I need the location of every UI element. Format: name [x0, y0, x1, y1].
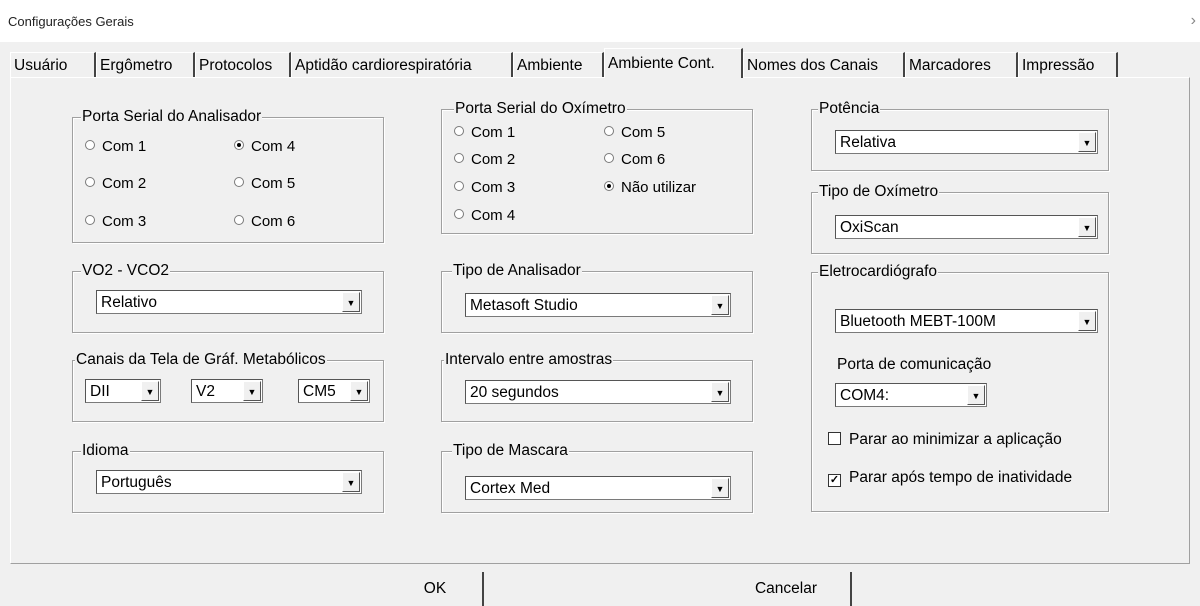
oximeter-com3-radio[interactable]: Com 3 — [454, 179, 515, 197]
stop-minimize-checkbox[interactable]: Parar ao minimizar a aplicação — [828, 431, 1062, 449]
oximeter-type-select[interactable]: OxiScan ▼ — [835, 215, 1098, 239]
analyzer-com3-radio[interactable]: Com 3 — [85, 213, 146, 231]
oximeter-type-value: OxiScan — [840, 219, 899, 236]
interval-value: 20 segundos — [470, 384, 559, 401]
oximeter-port-group: Porta Serial do Oxímetro Com 1 Com 2 Com… — [441, 100, 753, 234]
oximeter-com4-radio[interactable]: Com 4 — [454, 207, 515, 225]
chevron-down-icon[interactable]: ▼ — [350, 381, 368, 401]
tab-marcadores[interactable]: Marcadores — [905, 52, 1018, 77]
ecg-device-value: Bluetooth MEBT-100M — [840, 313, 996, 330]
language-title: Idioma — [81, 442, 130, 460]
tab-ergometro[interactable]: Ergômetro — [96, 52, 195, 77]
chevron-down-icon[interactable]: ▼ — [342, 472, 360, 492]
mask-value: Cortex Med — [470, 480, 551, 497]
ecg-title: Eletrocardiógrafo — [818, 263, 939, 281]
analyzer-com5-radio[interactable]: Com 5 — [234, 175, 295, 193]
mask-title: Tipo de Mascara — [452, 442, 569, 460]
channel-1-select[interactable]: DII ▼ — [85, 379, 161, 403]
channel-2-select[interactable]: V2 ▼ — [191, 379, 263, 403]
window-title: Configurações Gerais — [8, 14, 134, 29]
vo2-select[interactable]: Relativo ▼ — [96, 290, 362, 314]
channel-2-value: V2 — [196, 383, 215, 400]
chevron-down-icon[interactable]: ▼ — [243, 381, 261, 401]
chevron-down-icon[interactable]: ▼ — [1078, 311, 1096, 331]
chevron-down-icon[interactable]: ▼ — [1078, 132, 1096, 152]
tab-nomes-canais[interactable]: Nomes dos Canais — [743, 52, 905, 77]
chevron-down-icon[interactable]: ▼ — [1078, 217, 1096, 237]
analyzer-com4-radio[interactable]: Com 4 — [234, 138, 295, 156]
analyzer-com1-radio[interactable]: Com 1 — [85, 138, 146, 156]
oximeter-com6-radio[interactable]: Com 6 — [604, 151, 665, 169]
chevron-down-icon[interactable]: ▼ — [711, 295, 729, 315]
interval-group: Intervalo entre amostras 20 segundos ▼ — [441, 351, 753, 422]
language-group: Idioma Português ▼ — [72, 442, 384, 513]
ecg-port-select[interactable]: COM4: ▼ — [835, 383, 987, 407]
ok-button[interactable]: OK — [388, 572, 484, 606]
oximeter-type-group: Tipo de Oxímetro OxiScan ▼ — [811, 183, 1109, 254]
chevron-down-icon[interactable]: ▼ — [342, 292, 360, 312]
analyzer-type-select[interactable]: Metasoft Studio ▼ — [465, 293, 731, 317]
analyzer-com2-radio[interactable]: Com 2 — [85, 175, 146, 193]
mask-select[interactable]: Cortex Med ▼ — [465, 476, 731, 500]
ecg-device-select[interactable]: Bluetooth MEBT-100M ▼ — [835, 309, 1098, 333]
oximeter-type-title: Tipo de Oxímetro — [818, 183, 940, 201]
oximeter-com1-radio[interactable]: Com 1 — [454, 124, 515, 142]
stop-idle-checkbox[interactable]: ✓ Parar após tempo de inatividade — [828, 469, 1072, 487]
analyzer-port-group: Porta Serial do Analisador Com 1 Com 2 C… — [72, 108, 384, 243]
analyzer-com6-radio[interactable]: Com 6 — [234, 213, 295, 231]
chevron-down-icon[interactable]: ▼ — [141, 381, 159, 401]
channels-title: Canais da Tela de Gráf. Metabólicos — [75, 351, 327, 369]
oximeter-com5-radio[interactable]: Com 5 — [604, 124, 665, 142]
title-bar: Configurações Gerais › — [0, 0, 1200, 42]
ecg-port-value: COM4: — [840, 387, 890, 404]
channels-group: Canais da Tela de Gráf. Metabólicos DII … — [72, 351, 384, 422]
interval-title: Intervalo entre amostras — [444, 351, 614, 369]
chevron-down-icon[interactable]: ▼ — [967, 385, 985, 405]
ecg-group: Eletrocardiógrafo Bluetooth MEBT-100M ▼ … — [811, 263, 1109, 512]
analyzer-port-title: Porta Serial do Analisador — [81, 108, 263, 126]
language-value: Português — [101, 474, 172, 491]
oximeter-none-radio[interactable]: Não utilizar — [604, 179, 696, 197]
tab-usuario[interactable]: Usuário — [10, 52, 96, 77]
cancel-button[interactable]: Cancelar — [722, 572, 852, 606]
chevron-down-icon[interactable]: ▼ — [711, 382, 729, 402]
analyzer-type-title: Tipo de Analisador — [452, 262, 582, 280]
tab-ambiente[interactable]: Ambiente — [513, 52, 604, 77]
language-select[interactable]: Português ▼ — [96, 470, 362, 494]
oximeter-port-title: Porta Serial do Oxímetro — [454, 100, 627, 118]
ecg-port-label: Porta de comunicação — [837, 356, 992, 373]
power-group: Potência Relativa ▼ — [811, 100, 1109, 171]
analyzer-type-group: Tipo de Analisador Metasoft Studio ▼ — [441, 262, 753, 333]
chevron-down-icon[interactable]: ▼ — [711, 478, 729, 498]
vo2-title: VO2 - VCO2 — [81, 262, 170, 280]
power-select[interactable]: Relativa ▼ — [835, 130, 1098, 154]
close-icon[interactable]: › — [1191, 12, 1196, 30]
channel-3-value: CM5 — [303, 383, 336, 400]
tab-protocolos[interactable]: Protocolos — [195, 52, 291, 77]
oximeter-com2-radio[interactable]: Com 2 — [454, 151, 515, 169]
interval-select[interactable]: 20 segundos ▼ — [465, 380, 731, 404]
tab-impressao[interactable]: Impressão — [1018, 52, 1118, 77]
vo2-group: VO2 - VCO2 Relativo ▼ — [72, 262, 384, 333]
tab-ambiente-cont[interactable]: Ambiente Cont. — [604, 48, 743, 78]
analyzer-type-value: Metasoft Studio — [470, 297, 578, 314]
vo2-value: Relativo — [101, 294, 157, 311]
channel-3-select[interactable]: CM5 ▼ — [298, 379, 370, 403]
power-title: Potência — [818, 100, 881, 118]
mask-group: Tipo de Mascara Cortex Med ▼ — [441, 442, 753, 513]
power-value: Relativa — [840, 134, 896, 151]
channel-1-value: DII — [90, 383, 110, 400]
tab-aptidao[interactable]: Aptidão cardiorespiratória — [291, 52, 513, 77]
